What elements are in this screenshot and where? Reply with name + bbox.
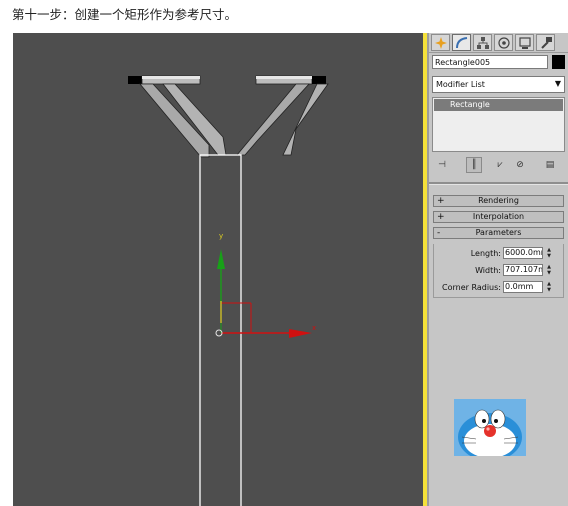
rollout-parameters-label: Parameters: [475, 228, 522, 237]
expand-icon: +: [437, 196, 445, 206]
command-panel-tabs: [429, 33, 568, 53]
motion-tab-icon[interactable]: [494, 34, 513, 51]
length-row: Length: 6000.0mm ▲▼: [434, 247, 565, 260]
left-top-bar-highlight: [142, 76, 200, 79]
object-name-field[interactable]: Rectangle005: [432, 55, 548, 69]
display-tab-icon[interactable]: [515, 34, 534, 51]
stack-item-rectangle[interactable]: Rectangle: [434, 99, 563, 111]
x-axis-arrow: [289, 329, 312, 338]
viewport-canvas: y x: [128, 75, 329, 506]
rollout-rendering-label: Rendering: [478, 196, 519, 205]
rollout-rendering[interactable]: + Rendering: [433, 195, 564, 207]
rollout-interpolation[interactable]: + Interpolation: [433, 211, 564, 223]
transform-gizmo[interactable]: y x: [215, 232, 316, 338]
configure-sets-icon[interactable]: ▤: [542, 157, 558, 173]
y-axis-label: y: [219, 232, 223, 240]
corner-radius-row: Corner Radius: 0.0mm ▲ ▼: [434, 281, 565, 294]
parameters-body: Length: 6000.0mm ▲▼ Width: 707.107m ▲▼ C…: [433, 244, 564, 298]
make-unique-icon[interactable]: ⩗: [492, 157, 508, 173]
right-top-bar-highlight: [256, 76, 312, 79]
y-axis-arrow: [217, 249, 225, 269]
modify-tab-icon[interactable]: [452, 34, 471, 51]
width-label: Width:: [475, 266, 501, 275]
object-color-swatch[interactable]: [552, 55, 565, 69]
right-inner-arm: [236, 83, 310, 156]
remove-modifier-icon[interactable]: ⊘: [512, 157, 528, 173]
right-bar-dark-end: [312, 76, 326, 84]
chevron-down-icon: ▼: [554, 79, 561, 88]
width-row: Width: 707.107m ▲ ▼: [434, 264, 565, 277]
modifier-stack[interactable]: Rectangle: [432, 97, 565, 152]
y-branch-model: [128, 75, 329, 158]
cartoon-avatar-image: [454, 399, 526, 456]
corner-radius-spinner[interactable]: ▲ ▼: [545, 281, 553, 293]
width-spinner[interactable]: ▲ ▼: [545, 264, 553, 276]
modifier-list-dropdown[interactable]: Modifier List ▼: [432, 76, 565, 93]
create-tab-icon[interactable]: [431, 34, 450, 51]
step-caption: 第十一步：创建一个矩形作为参考尺寸。: [12, 7, 238, 22]
expand-icon: +: [437, 212, 445, 222]
collapse-icon: -: [437, 228, 441, 238]
rollout-interpolation-label: Interpolation: [472, 212, 525, 221]
3dsmax-screenshot: y x Rectangle005 Modifier List ▼ Rectang…: [13, 33, 568, 506]
left-bar-dark-end: [128, 76, 142, 84]
width-input[interactable]: 707.107m: [503, 264, 543, 276]
corner-radius-label: Corner Radius:: [442, 283, 501, 292]
utilities-tab-icon[interactable]: [536, 34, 555, 51]
corner-radius-input[interactable]: 0.0mm: [503, 281, 543, 293]
hierarchy-tab-icon[interactable]: [473, 34, 492, 51]
modifier-list-label: Modifier List: [436, 80, 485, 89]
perspective-viewport[interactable]: y x: [13, 33, 423, 506]
x-axis-label: x: [312, 324, 316, 332]
pin-stack-icon[interactable]: ⊣: [434, 157, 450, 173]
rollout-parameters[interactable]: - Parameters: [433, 227, 564, 239]
show-end-result-icon[interactable]: ║: [466, 157, 482, 173]
length-label: Length:: [470, 249, 501, 258]
panel-divider: [429, 182, 568, 185]
stack-toolbar: ⊣ ║ ⩗ ⊘ ▤: [432, 157, 565, 175]
length-input[interactable]: 6000.0mm: [503, 247, 543, 259]
length-spinner[interactable]: ▲ ▼: [545, 247, 553, 259]
